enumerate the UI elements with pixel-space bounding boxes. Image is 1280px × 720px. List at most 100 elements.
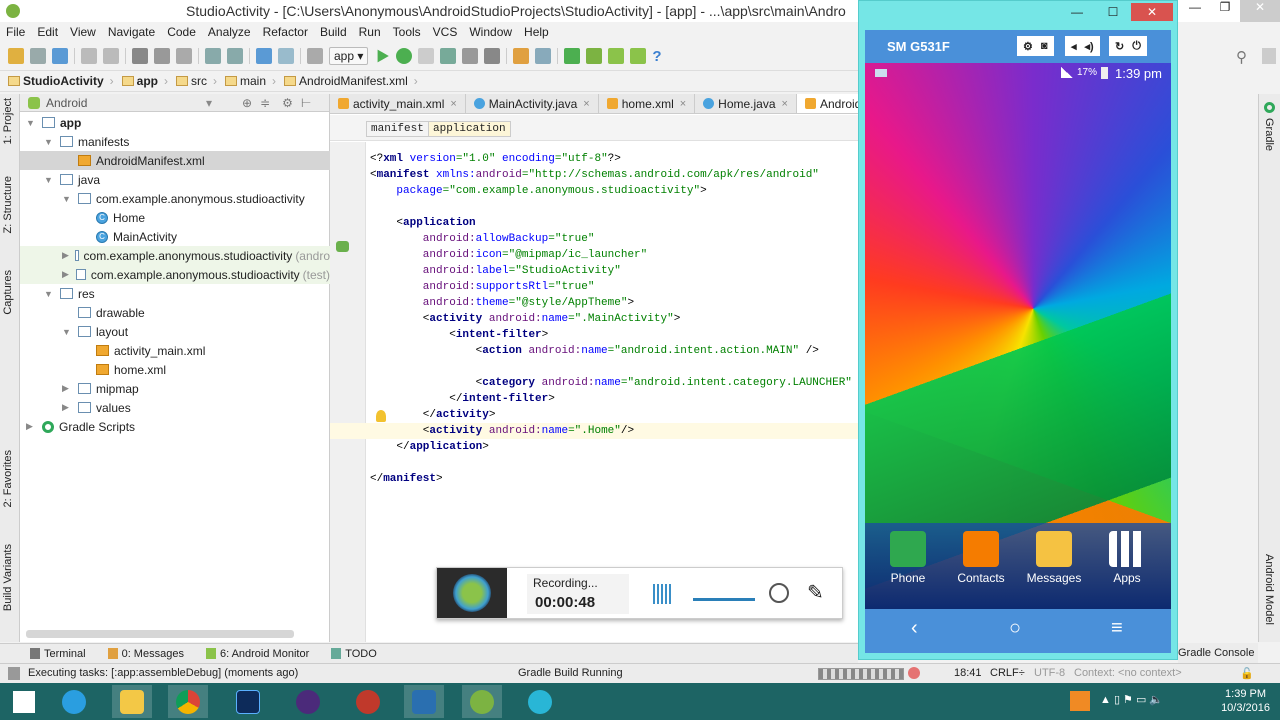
tree-item[interactable]: ▼ layout — [20, 322, 330, 341]
cancel-build-icon[interactable] — [908, 667, 920, 679]
volume-down-icon[interactable]: ◂ — [1071, 40, 1077, 53]
tray-icons[interactable]: ▲ ▯ ⚑ ▭ 🔈 — [1100, 693, 1163, 706]
copy-icon[interactable] — [154, 48, 170, 64]
power-icon[interactable]: ⏻ — [1132, 40, 1141, 53]
tag-manifest[interactable]: manifest — [366, 121, 429, 137]
sdk-manager-icon[interactable] — [535, 48, 552, 64]
webcam-icon[interactable] — [769, 583, 789, 603]
tree-item[interactable]: C MainActivity — [20, 227, 330, 246]
app-contacts[interactable]: Contacts — [946, 531, 1016, 585]
screenshot-camera-icon[interactable]: ◙ — [1041, 40, 1048, 52]
minimize-button[interactable]: — — [1059, 3, 1095, 21]
android-model-tool-tab[interactable]: Android Model — [1263, 554, 1275, 625]
tab-android[interactable]: Android — [796, 94, 858, 113]
tree-item[interactable]: ▶ mipmap — [20, 379, 330, 398]
run-config-select[interactable]: app ▾ — [329, 47, 369, 65]
project-structure-icon[interactable] — [513, 48, 530, 64]
menu-run[interactable]: Run — [359, 25, 381, 39]
close-tab-icon[interactable]: × — [450, 98, 456, 110]
tree-item[interactable]: ▼ res — [20, 284, 330, 303]
tool-tab-2[interactable]: Captures — [2, 270, 14, 315]
tree-item[interactable]: AndroidManifest.xml — [20, 151, 330, 170]
expand-arrow-icon[interactable]: ▼ — [62, 327, 72, 337]
taskbar-app[interactable] — [348, 685, 388, 718]
line-separator[interactable]: CRLF÷ — [990, 667, 1025, 679]
taskbar-recorder[interactable] — [404, 685, 444, 718]
redo-icon[interactable] — [103, 48, 119, 64]
tree-item[interactable]: ▼ app — [20, 113, 330, 132]
tab-home-java[interactable]: Home.java × — [695, 94, 797, 113]
replace-icon[interactable] — [227, 48, 243, 64]
tool-tab-4[interactable]: Build Variants — [2, 544, 14, 611]
background-task[interactable]: Gradle Build Running — [518, 667, 623, 679]
menu-tools[interactable]: Tools — [393, 25, 421, 39]
tree-item[interactable]: ▶ values — [20, 398, 330, 417]
start-button[interactable] — [4, 685, 44, 718]
breadcrumb-item[interactable]: AndroidManifest.xml › — [284, 74, 418, 88]
make-icon[interactable] — [307, 48, 323, 64]
expand-arrow-icon[interactable]: ▶ — [62, 402, 72, 413]
tree-item[interactable]: ▶ com.example.anonymous.studioactivity (te… — [20, 265, 330, 284]
menu-view[interactable]: View — [70, 25, 96, 39]
file-encoding[interactable]: UTF-8 — [1034, 667, 1065, 679]
tool-tab-6-android-monitor[interactable]: 6: Android Monitor — [205, 648, 309, 660]
undo-icon[interactable] — [81, 48, 97, 64]
breadcrumb-item[interactable]: StudioActivity › — [8, 74, 114, 88]
tree-item[interactable]: ▶ Gradle Scripts — [20, 417, 330, 436]
expand-arrow-icon[interactable]: ▼ — [44, 137, 54, 147]
taskbar-ie[interactable] — [54, 685, 94, 718]
pencil-icon[interactable]: ✎ — [807, 580, 824, 605]
back-nav-button[interactable]: ‹ — [911, 617, 918, 640]
close-button[interactable]: ✕ — [1131, 3, 1173, 21]
cut-icon[interactable] — [132, 48, 148, 64]
expand-arrow-icon[interactable]: ▶ — [62, 383, 72, 394]
lock-icon[interactable]: 🔓 — [1240, 667, 1254, 680]
tool-tab-terminal[interactable]: Terminal — [30, 648, 86, 660]
tool-windows-icon[interactable] — [8, 667, 20, 680]
gradle-tool-tab[interactable]: Gradle — [1263, 118, 1275, 151]
back-icon[interactable] — [256, 48, 272, 64]
hide-panel-icon[interactable]: ⊢ — [301, 96, 311, 110]
tree-item[interactable]: ▼ com.example.anonymous.studioactivity — [20, 189, 330, 208]
taskbar-android-studio[interactable] — [462, 685, 502, 718]
expand-arrow-icon[interactable]: ▼ — [44, 289, 54, 299]
home-nav-button[interactable]: ○ — [1009, 617, 1021, 640]
apply-changes-icon[interactable] — [462, 48, 479, 64]
device-monitor-icon[interactable] — [586, 48, 603, 64]
tree-item[interactable]: ▼ java — [20, 170, 330, 189]
tool-tab-1[interactable]: Z: Structure — [2, 176, 14, 233]
phone-screen[interactable]: 17% 1:39 pm Phone Contacts Messages Apps — [865, 63, 1171, 609]
volume-up-icon[interactable]: ◂) — [1085, 40, 1094, 53]
gradle-console-tab[interactable]: Gradle Console — [1178, 643, 1258, 663]
menu-refactor[interactable]: Refactor — [263, 25, 308, 39]
tab-mainactivity-java[interactable]: MainActivity.java × — [466, 94, 599, 113]
paste-icon[interactable] — [176, 48, 192, 64]
breadcrumb-item[interactable]: app › — [121, 74, 168, 88]
caret-position[interactable]: 18:41 — [954, 667, 982, 679]
save-icon[interactable] — [30, 48, 46, 64]
volume-slider[interactable] — [693, 598, 755, 601]
menu-nav-button[interactable]: ≡ — [1111, 617, 1123, 640]
expand-arrow-icon[interactable]: ▶ — [62, 250, 69, 261]
search-everywhere-icon[interactable]: ⚲ — [1236, 48, 1247, 66]
taskbar-photoshop[interactable] — [228, 685, 268, 718]
expand-arrow-icon[interactable]: ▼ — [44, 175, 54, 185]
tab-activity_main-xml[interactable]: activity_main.xml × — [330, 94, 466, 113]
menu-navigate[interactable]: Navigate — [108, 25, 155, 39]
app-messages[interactable]: Messages — [1019, 531, 1089, 585]
run-icon[interactable] — [377, 49, 389, 63]
tool-tab-3[interactable]: 2: Favorites — [2, 450, 14, 507]
avd-manager-icon[interactable] — [564, 48, 581, 64]
tree-item[interactable]: drawable — [20, 303, 330, 322]
tree-item[interactable]: ▶ com.example.anonymous.studioactivity (an… — [20, 246, 330, 265]
scroll-from-source-icon[interactable]: ⊕ — [242, 96, 252, 110]
debug-icon[interactable] — [396, 48, 413, 64]
taskbar-eclipse[interactable] — [288, 685, 328, 718]
attach-debugger-icon[interactable] — [440, 48, 457, 64]
tool-tab-0-messages[interactable]: 0: Messages — [107, 648, 184, 660]
rotate-icon[interactable]: ↻ — [1115, 40, 1124, 53]
menu-help[interactable]: Help — [524, 25, 549, 39]
menu-file[interactable]: File — [6, 25, 25, 39]
expand-arrow-icon[interactable]: ▼ — [62, 194, 72, 204]
ide-minimize-button[interactable]: — — [1180, 0, 1210, 22]
